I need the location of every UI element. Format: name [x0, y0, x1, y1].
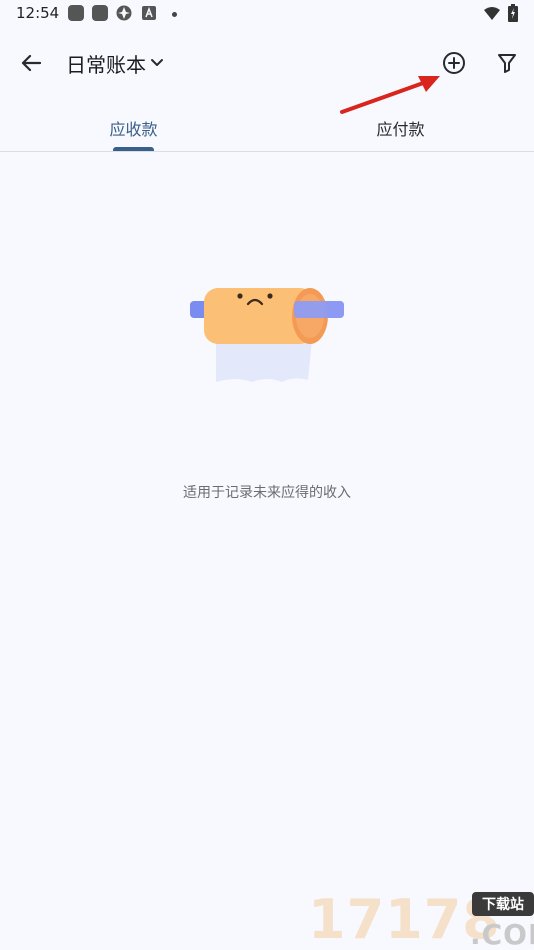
status-time: 12:54: [16, 4, 60, 22]
watermark: 17178 下载站 .COM: [308, 888, 534, 950]
sad-paper-roll-icon: [190, 288, 344, 382]
book-selector[interactable]: 日常账本: [66, 46, 164, 80]
chevron-down-icon: [151, 59, 163, 66]
filter-button[interactable]: [490, 46, 524, 80]
tab-indicator: [113, 147, 154, 151]
notification-square-icon: [92, 5, 108, 21]
watermark-suffix: .COM: [470, 918, 534, 950]
battery-charging-icon: [508, 4, 518, 22]
tab-payables[interactable]: 应付款: [267, 106, 534, 151]
wifi-icon: [484, 6, 500, 22]
back-button[interactable]: [14, 46, 48, 80]
tab-bar: 应收款 应付款: [0, 106, 534, 152]
notification-square-icon: [68, 5, 84, 21]
tab-receivables[interactable]: 应收款: [0, 106, 267, 151]
filter-icon: [498, 54, 516, 73]
book-title: 日常账本: [66, 52, 146, 77]
watermark-badge: 下载站: [472, 892, 534, 916]
status-bar: 12:54: [0, 0, 534, 28]
empty-state-message: 适用于记录未来应得的收入: [183, 485, 351, 501]
tab-label: 应收款: [109, 120, 158, 139]
arrow-left-icon: [21, 54, 41, 72]
aperture-icon: [116, 5, 132, 21]
tab-label: 应付款: [376, 120, 425, 139]
app-bar: 日常账本: [0, 28, 534, 96]
screen: 12:54 日常账本 应收款 应付款 适用于记录未来应得的收入 17178 下载…: [0, 0, 534, 950]
font-a-icon: [142, 5, 158, 21]
dot-icon: [172, 12, 177, 17]
